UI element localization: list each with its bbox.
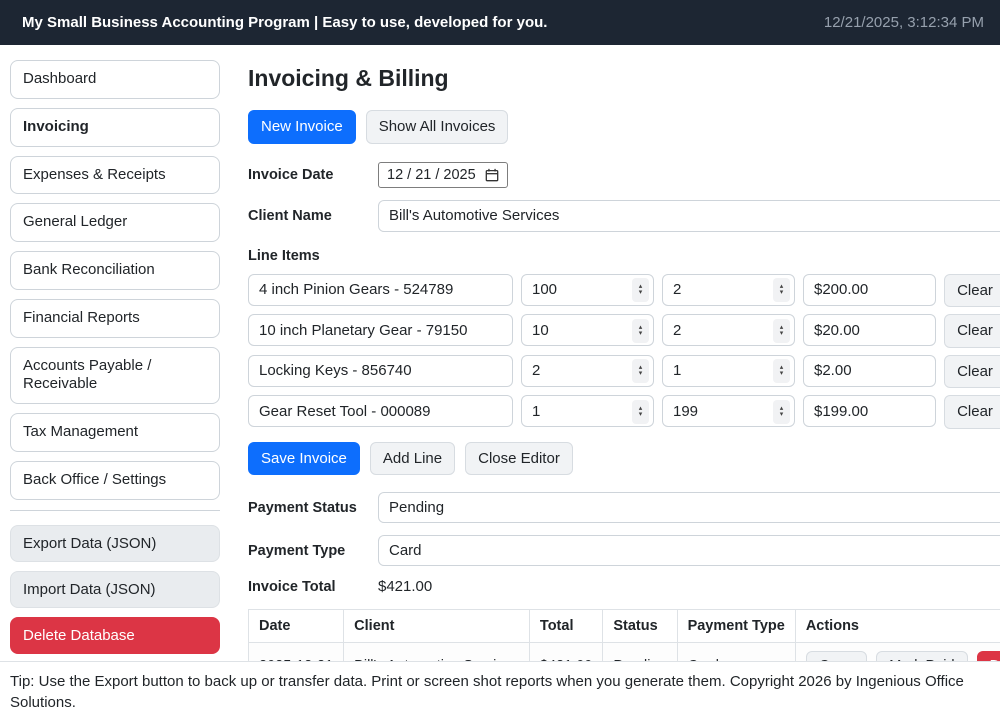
number-spinner-icon[interactable]: ▴▾ [773,319,790,343]
line-item-total-input[interactable] [803,274,936,306]
sidebar-item-back-office[interactable]: Back Office / Settings [10,461,220,500]
clear-line-button[interactable]: Clear [944,274,1000,308]
sidebar-item-dashboard[interactable]: Dashboard [10,60,220,99]
sidebar-item-general-ledger[interactable]: General Ledger [10,203,220,242]
delete-database-button[interactable]: Delete Database [10,617,220,654]
line-items-label: Line Items [248,248,1000,264]
save-invoice-button[interactable]: Save Invoice [248,442,360,476]
datetime-clock: 12/21/2025, 3:12:34 PM [824,14,984,31]
number-spinner-icon[interactable]: ▴▾ [632,359,649,383]
table-header-row: Date Client Total Status Payment Type Ac… [249,610,1000,643]
column-header-date: Date [249,610,344,643]
line-item-row: ▴▾ ▴▾ Clear [248,314,1000,348]
invoice-total-value: $421.00 [378,578,1000,595]
invoice-date-cell: 2025-12-21 [249,643,344,661]
clear-line-button[interactable]: Clear [944,314,1000,348]
sidebar: Dashboard Invoicing Expenses & Receipts … [0,45,230,661]
number-spinner-icon[interactable]: ▴▾ [632,278,649,302]
mark-paid-button[interactable]: Mark Paid [876,651,967,661]
invoice-date-label: Invoice Date [248,167,378,183]
invoice-date-input[interactable]: 12 / 21 / 2025 [378,162,508,188]
client-name-label: Client Name [248,208,378,224]
page-title: Invoicing & Billing [248,65,1000,92]
invoice-total-label: Invoice Total [248,579,378,595]
line-item-description-input[interactable] [248,355,513,387]
number-spinner-icon[interactable]: ▴▾ [773,278,790,302]
show-all-invoices-button[interactable]: Show All Invoices [366,110,509,144]
column-header-actions: Actions [795,610,1000,643]
line-item-description-input[interactable] [248,274,513,306]
sidebar-item-bank-reconciliation[interactable]: Bank Reconciliation [10,251,220,290]
footer-tip: Tip: Use the Export button to back up or… [0,661,1000,724]
close-editor-button[interactable]: Close Editor [465,442,573,476]
invoices-table: Date Client Total Status Payment Type Ac… [248,609,1000,661]
line-item-row: ▴▾ ▴▾ Clear [248,395,1000,429]
table-row: 2025-12-21 Bill's Automotive Services $4… [249,643,1000,661]
add-line-button[interactable]: Add Line [370,442,455,476]
payment-type-label: Payment Type [248,543,378,559]
sidebar-item-invoicing[interactable]: Invoicing [10,108,220,147]
line-item-total-input[interactable] [803,395,936,427]
export-data-button[interactable]: Export Data (JSON) [10,525,220,562]
invoice-date-value: 12 / 21 / 2025 [387,167,476,183]
payment-type-select[interactable]: Card [378,535,1000,566]
invoice-total-cell: $421.00 [529,643,602,661]
column-header-payment-type: Payment Type [677,610,795,643]
column-header-status: Status [603,610,677,643]
invoice-status-cell: Pending [603,643,677,661]
number-spinner-icon[interactable]: ▴▾ [632,400,649,424]
client-name-input[interactable] [378,200,1000,232]
payment-status-select[interactable]: Pending [378,492,1000,523]
topbar: My Small Business Accounting Program | E… [0,0,1000,45]
clear-line-button[interactable]: Clear [944,355,1000,389]
new-invoice-button[interactable]: New Invoice [248,110,356,144]
line-item-total-input[interactable] [803,314,936,346]
sidebar-item-tax-management[interactable]: Tax Management [10,413,220,452]
line-item-row: ▴▾ ▴▾ Clear [248,274,1000,308]
payment-status-label: Payment Status [248,500,378,516]
open-invoice-button[interactable]: Open [806,651,867,661]
main-layout: Dashboard Invoicing Expenses & Receipts … [0,45,1000,661]
sidebar-item-financial-reports[interactable]: Financial Reports [10,299,220,338]
number-spinner-icon[interactable]: ▴▾ [632,319,649,343]
invoice-payment-type-cell: Card [677,643,795,661]
line-item-description-input[interactable] [248,314,513,346]
sidebar-item-accounts-payable-receivable[interactable]: Accounts Payable / Receivable [10,347,220,405]
sidebar-item-expenses[interactable]: Expenses & Receipts [10,156,220,195]
column-header-client: Client [344,610,530,643]
column-header-total: Total [529,610,602,643]
number-spinner-icon[interactable]: ▴▾ [773,400,790,424]
app-title: My Small Business Accounting Program | E… [22,14,547,31]
clear-line-button[interactable]: Clear [944,395,1000,429]
invoice-client-cell: Bill's Automotive Services [344,643,530,661]
import-data-button[interactable]: Import Data (JSON) [10,571,220,608]
delete-invoice-button[interactable]: Delete [977,651,1000,661]
calendar-icon[interactable] [485,168,499,182]
line-item-row: ▴▾ ▴▾ Clear [248,355,1000,389]
line-item-total-input[interactable] [803,355,936,387]
number-spinner-icon[interactable]: ▴▾ [773,359,790,383]
invoicing-panel: Invoicing & Billing New Invoice Show All… [230,45,1000,661]
sidebar-divider [10,510,220,511]
line-item-description-input[interactable] [248,395,513,427]
